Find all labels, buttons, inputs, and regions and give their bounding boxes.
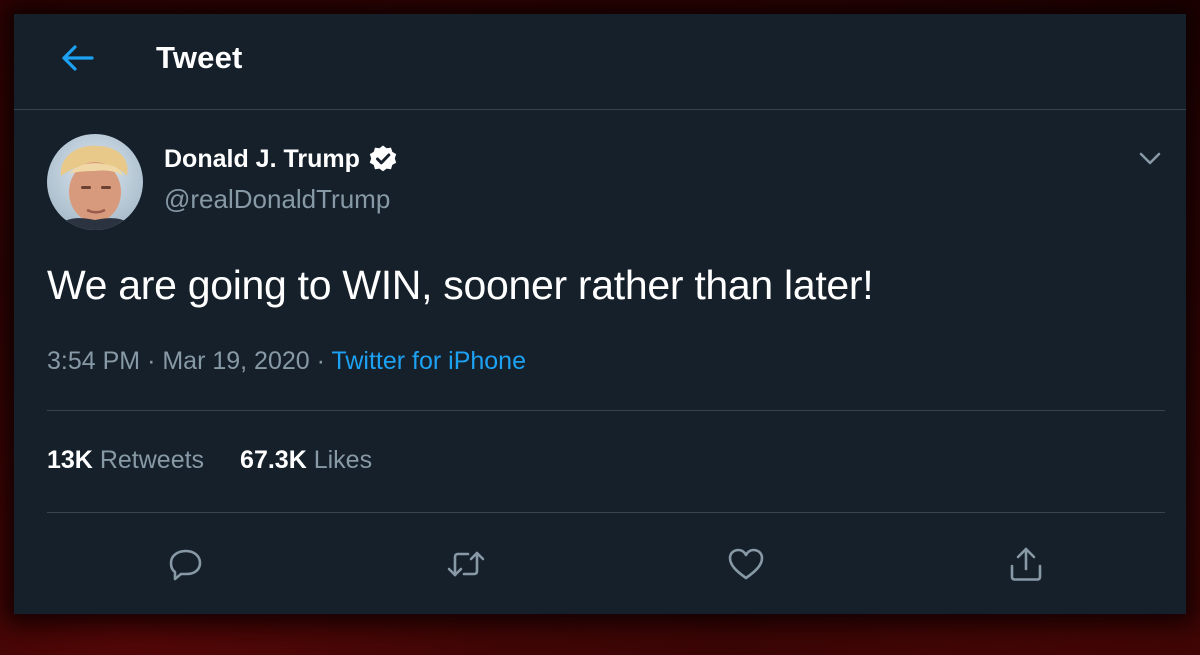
- author-name-text: Donald J. Trump: [164, 144, 360, 173]
- meta-separator: ·: [147, 347, 156, 375]
- likes-label: Likes: [313, 446, 373, 474]
- retweets-stat[interactable]: 13K Retweets: [47, 446, 204, 475]
- tweet-date[interactable]: Mar 19, 2020: [162, 347, 309, 375]
- tweet-stats: 13K Retweets 67.3K Likes: [47, 446, 372, 475]
- avatar[interactable]: [47, 134, 143, 230]
- retweet-icon: [447, 551, 485, 577]
- header: Tweet: [14, 14, 1186, 110]
- tweet-panel: Tweet Donald J. Trump @realDonaldTrump W…: [14, 14, 1186, 614]
- arrow-left-icon: [62, 45, 94, 71]
- tweet-text: We are going to WIN, sooner rather than …: [47, 262, 874, 308]
- heart-icon: [728, 548, 764, 580]
- retweets-count: 13K: [47, 446, 93, 474]
- page-title: Tweet: [156, 40, 243, 75]
- back-button[interactable]: [52, 36, 102, 80]
- divider: [47, 512, 1165, 513]
- reply-button[interactable]: [164, 542, 208, 586]
- more-options-button[interactable]: [1136, 144, 1164, 172]
- tweet-meta: 3:54 PM · Mar 19, 2020 · Twitter for iPh…: [47, 347, 526, 376]
- like-button[interactable]: [724, 542, 768, 586]
- verified-badge-icon: [368, 144, 398, 174]
- chevron-down-icon: [1139, 152, 1161, 165]
- tweet-time[interactable]: 3:54 PM: [47, 347, 140, 375]
- divider: [47, 410, 1165, 411]
- author-name[interactable]: Donald J. Trump: [164, 144, 398, 174]
- likes-count: 67.3K: [240, 446, 307, 474]
- retweets-label: Retweets: [99, 446, 205, 474]
- retweet-button[interactable]: [444, 542, 488, 586]
- reply-icon: [169, 549, 202, 581]
- meta-separator: ·: [316, 347, 325, 375]
- share-icon: [1010, 547, 1042, 581]
- likes-stat[interactable]: 67.3K Likes: [240, 446, 372, 475]
- author-handle[interactable]: @realDonaldTrump: [164, 184, 390, 215]
- tweet-source-link[interactable]: Twitter for iPhone: [331, 347, 526, 375]
- share-button[interactable]: [1004, 542, 1048, 586]
